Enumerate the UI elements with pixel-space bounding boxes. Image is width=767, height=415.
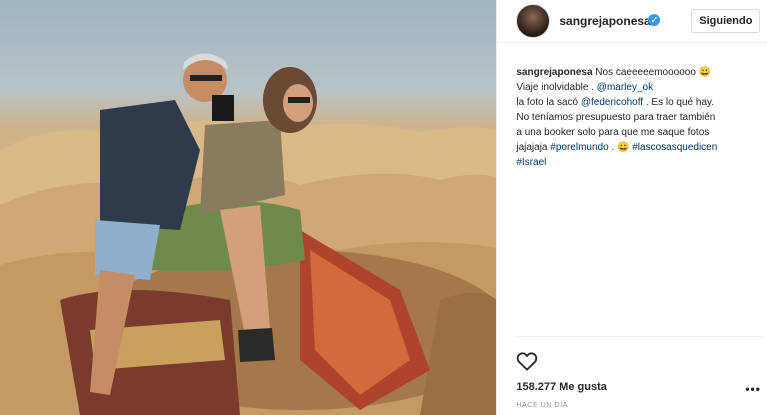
post-header: sangrejaponesa ✓ Siguiendo	[497, 0, 767, 43]
ellipsis-icon[interactable]: •••	[745, 382, 761, 396]
emoji-grin-icon: 😀	[698, 67, 712, 78]
hashtag-lascosasquedicen[interactable]: #lascosasquedicen	[632, 142, 717, 153]
caption-text-3: la foto la sacó	[516, 97, 581, 108]
heart-icon[interactable]	[516, 351, 538, 371]
caption-line-4: No teníamos presupuesto para traer tambi…	[516, 112, 716, 123]
mention-marley-ok[interactable]: @marley_ok	[597, 82, 653, 93]
following-button[interactable]: Siguiendo	[691, 9, 761, 33]
instagram-post: sangrejaponesa ✓ Siguiendo sangrejapones…	[0, 0, 767, 415]
post-caption: sangrejaponesa Nos caeeeeemoooooo 😀 Viaj…	[516, 65, 762, 170]
caption-username[interactable]: sangrejaponesa	[516, 67, 592, 78]
hashtag-porelmundo[interactable]: #porelmundo	[550, 142, 608, 153]
likes-count[interactable]: 158.277 Me gusta	[516, 381, 607, 393]
camera	[212, 95, 234, 121]
woman-sandal	[238, 328, 275, 362]
post-timestamp: HACE UN DÍA	[516, 402, 569, 409]
header-username[interactable]: sangrejaponesa	[559, 14, 650, 28]
caption-line-7: #Israel	[516, 155, 762, 170]
caption-text-1: Nos caeeeeemoooooo	[595, 67, 696, 78]
verified-badge-icon: ✓	[648, 14, 661, 26]
man-glasses	[190, 75, 222, 81]
post-photo[interactable]	[0, 0, 497, 415]
hashtag-israel[interactable]: #Israel	[516, 157, 546, 168]
caption-line-2: Viaje inolvidable . @marley_ok	[516, 80, 762, 95]
mention-federicohoff[interactable]: @federicohoff	[581, 97, 643, 108]
caption-text-6b: . 😀	[608, 142, 633, 153]
woman-sunglasses	[288, 97, 310, 103]
caption-text-6: jajajaja	[516, 142, 551, 153]
caption-text-2: Viaje inolvidable .	[516, 82, 597, 93]
caption-line-6: jajajaja #porelmundo . 😀 #lascosasquedic…	[516, 140, 762, 155]
caption-line-1: sangrejaponesa Nos caeeeeemoooooo 😀	[516, 65, 762, 80]
caption-line-5: a una booker solo para que me saque foto…	[516, 127, 710, 138]
post-photo-illustration	[0, 53, 497, 415]
actions-divider	[516, 336, 763, 337]
caption-text-3b: . Es lo qué hay.	[643, 97, 715, 108]
profile-avatar[interactable]	[516, 4, 551, 38]
caption-line-3: la foto la sacó @federicohoff . Es lo qu…	[516, 95, 762, 110]
